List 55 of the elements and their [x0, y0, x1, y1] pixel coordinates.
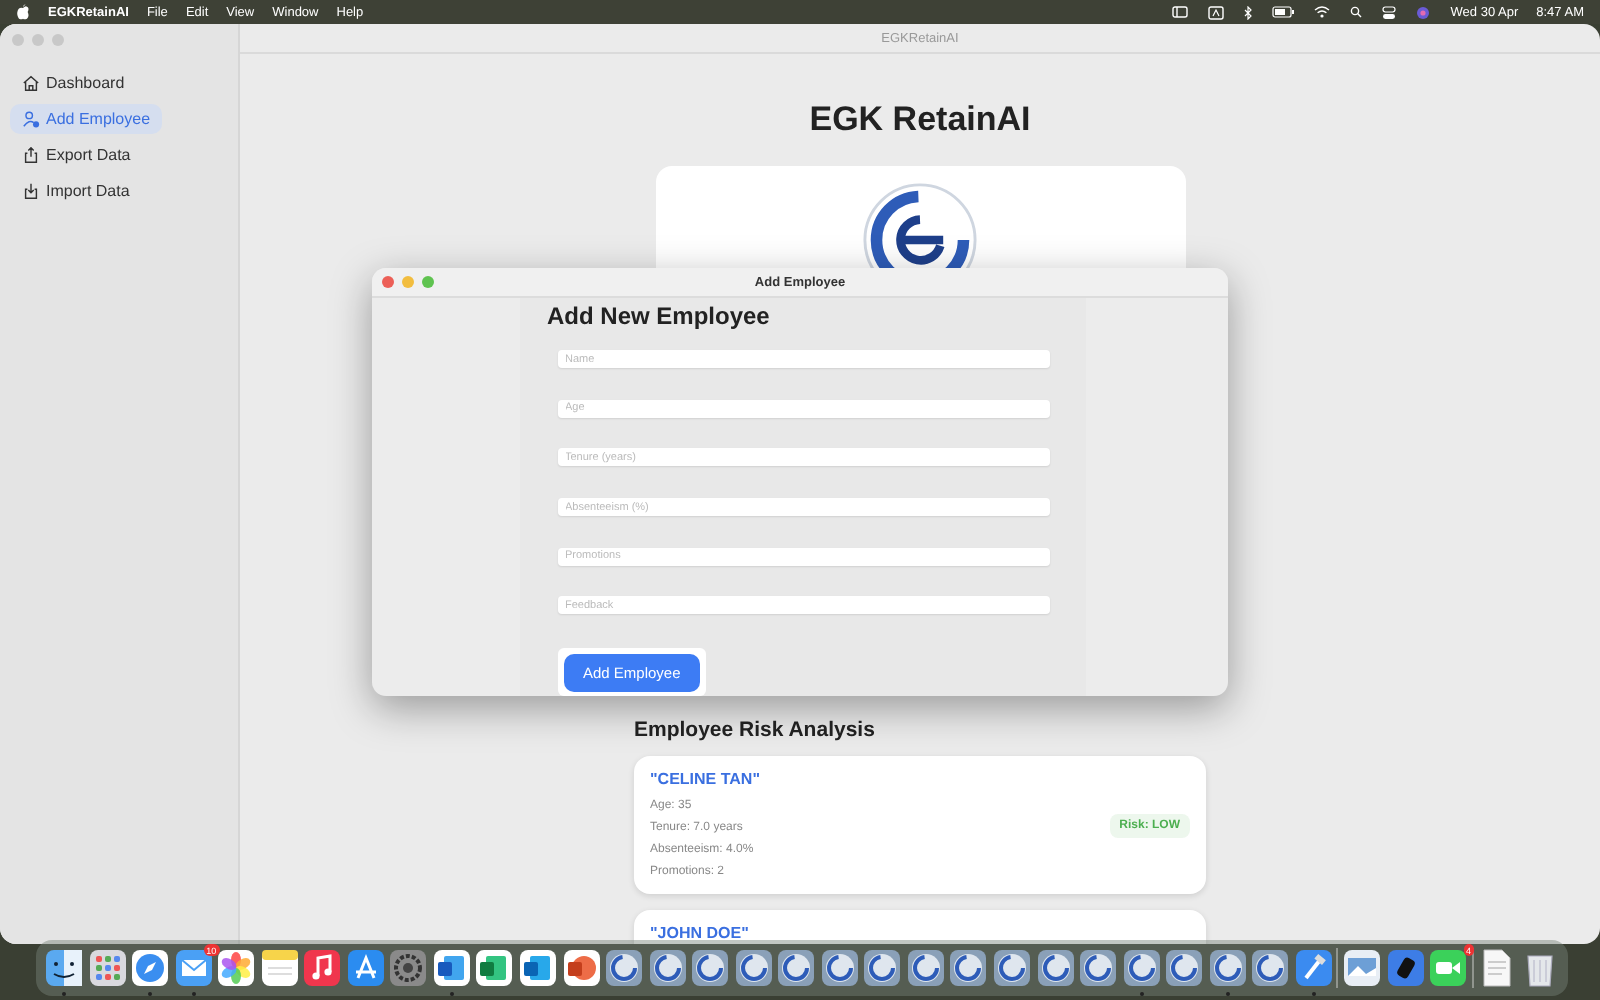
envelope-icon[interactable]: [173, 948, 214, 988]
close-button[interactable]: [382, 276, 394, 288]
circle-logo-icon[interactable]: [862, 948, 903, 988]
mail-app-icon[interactable]: [518, 948, 559, 988]
person-add-icon: [22, 110, 40, 128]
house-icon: [22, 74, 40, 92]
gear-icon[interactable]: [388, 948, 429, 988]
circle-logo-icon[interactable]: [1078, 948, 1119, 988]
circle-logo-icon[interactable]: [1250, 948, 1291, 988]
circle-logo-icon[interactable]: [948, 948, 989, 988]
bluetooth-icon[interactable]: [1244, 5, 1253, 19]
sidebar-item[interactable]: Dashboard: [10, 68, 137, 98]
music-note-icon[interactable]: [302, 948, 343, 988]
sidebar-item[interactable]: Export Data: [10, 140, 143, 170]
notepad-icon[interactable]: [259, 948, 300, 988]
sidebar-toggle-icon[interactable]: [1172, 6, 1189, 18]
circle-logo-icon[interactable]: [604, 948, 645, 988]
sidebar-item[interactable]: Import Data: [10, 176, 142, 206]
smiling-face-icon[interactable]: [44, 948, 84, 988]
flower-icon[interactable]: [216, 948, 257, 988]
video-camera-icon[interactable]: [1428, 948, 1469, 988]
search-icon[interactable]: [1350, 6, 1363, 18]
share-icon: [22, 146, 40, 164]
keyboard-input-icon[interactable]: [1208, 5, 1225, 19]
circle-logo-icon[interactable]: [690, 948, 731, 988]
circle-logo-icon[interactable]: [776, 948, 817, 988]
grid-icon[interactable]: [87, 948, 128, 988]
apple-logo-icon[interactable]: [16, 4, 30, 20]
circle-logo-icon[interactable]: [1035, 948, 1076, 988]
circle-logo-icon[interactable]: [819, 948, 860, 988]
section-title: Employee Risk Analysis: [634, 716, 877, 744]
presentation-app-icon[interactable]: [561, 948, 602, 988]
battery-icon[interactable]: [1272, 6, 1295, 18]
hammer-icon[interactable]: [1293, 948, 1334, 988]
employee-name: "JOHN DOE": [650, 924, 751, 942]
import-icon: [22, 182, 40, 200]
circle-logo-icon[interactable]: [647, 948, 688, 988]
circle-logo-icon[interactable]: [1121, 948, 1162, 988]
app-icon[interactable]: [1385, 948, 1425, 988]
wifi-icon[interactable]: [1314, 6, 1331, 18]
app-title: EGK RetainAI: [809, 98, 1031, 142]
photo-viewer-icon[interactable]: [1341, 948, 1382, 988]
circle-logo-icon[interactable]: [1207, 948, 1248, 988]
employee-name: "CELINE TAN": [650, 770, 762, 788]
spreadsheet-app-icon[interactable]: [474, 948, 515, 988]
circle-logo-icon[interactable]: [992, 948, 1033, 988]
assistant-icon[interactable]: [1416, 5, 1431, 19]
document-app-icon[interactable]: [431, 948, 472, 988]
control-center-icon[interactable]: [1382, 5, 1397, 19]
circle-logo-icon[interactable]: [733, 948, 774, 988]
compass-icon[interactable]: [130, 948, 171, 988]
circle-logo-icon[interactable]: [1164, 948, 1205, 988]
form-heading: Add New Employee: [547, 302, 772, 330]
circle-logo-icon[interactable]: [905, 948, 946, 988]
a-shape-icon[interactable]: [345, 948, 386, 988]
